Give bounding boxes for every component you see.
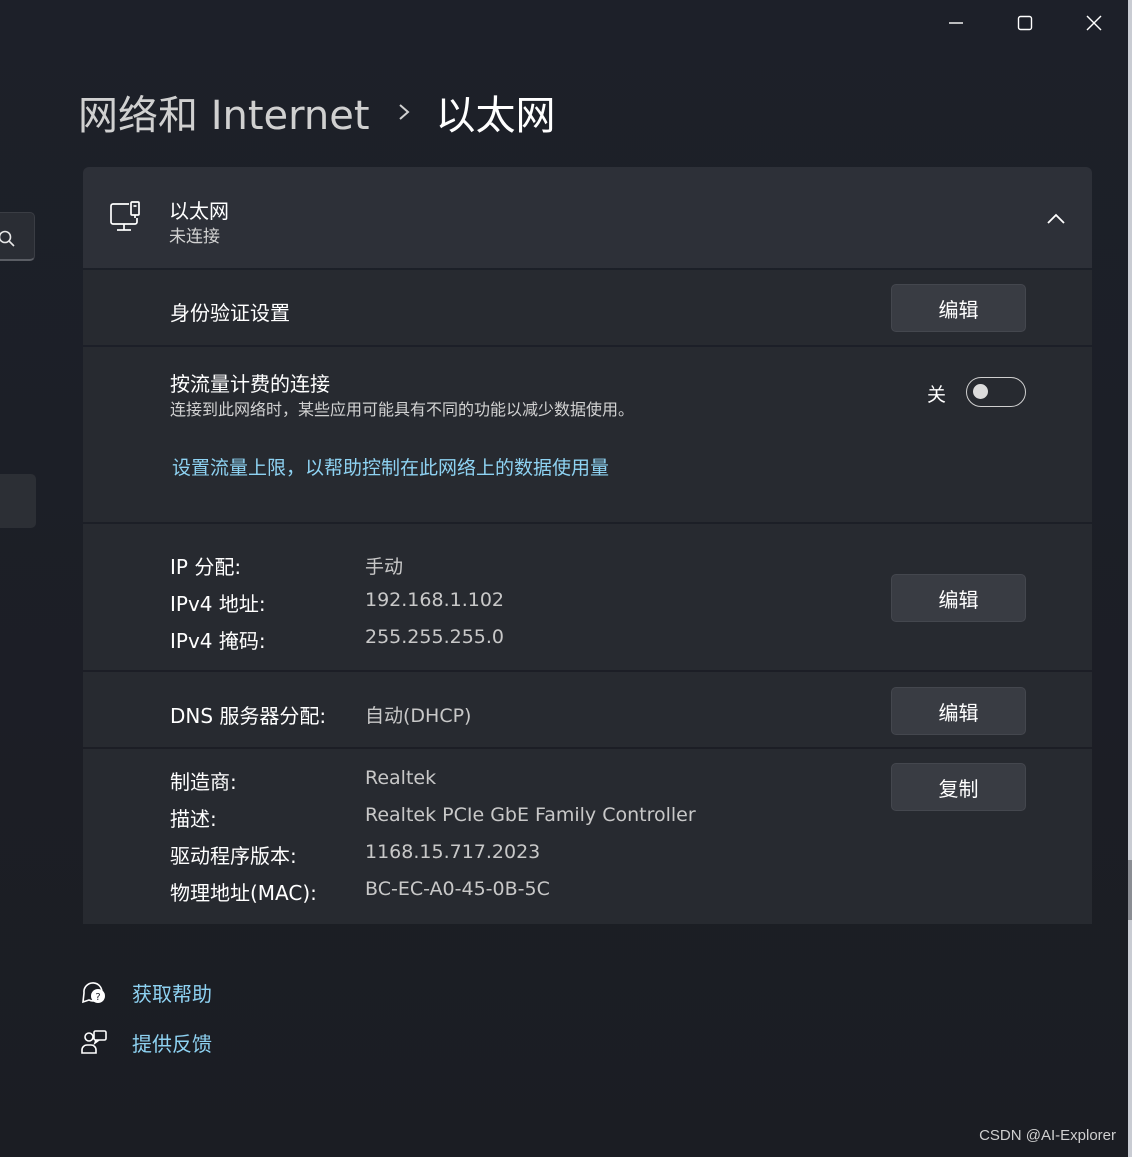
get-help-link[interactable]: 获取帮助 <box>132 978 212 1007</box>
get-help-row[interactable]: ? 获取帮助 <box>80 974 212 1010</box>
dns-row: DNS 服务器分配: 自动(DHCP) 编辑 <box>83 672 1092 747</box>
adapter-status: 未连接 <box>169 227 220 247</box>
driver-version-label: 驱动程序版本: <box>170 844 297 868</box>
minimize-button[interactable] <box>922 0 990 46</box>
ip-settings-row: IP 分配: 手动 IPv4 地址: 192.168.1.102 IPv4 掩码… <box>83 524 1092 670</box>
feedback-link[interactable]: 提供反馈 <box>132 1028 212 1057</box>
driver-version-value: 1168.15.717.2023 <box>365 841 541 863</box>
settings-window: 网络和 Internet 以太网 以太网 未连接 身份验证设置 编辑 按流量计费… <box>0 0 1132 1157</box>
ipv4-mask-value: 255.255.255.0 <box>365 626 505 648</box>
adapter-name: 以太网 <box>169 199 229 223</box>
search-icon <box>0 230 15 247</box>
close-button[interactable] <box>1060 0 1128 46</box>
ip-assignment-value: 手动 <box>365 556 404 578</box>
close-icon <box>1086 15 1102 31</box>
maximize-button[interactable] <box>991 0 1059 46</box>
breadcrumb-parent[interactable]: 网络和 Internet <box>78 83 370 141</box>
breadcrumb: 网络和 Internet 以太网 <box>78 82 556 142</box>
dns-label: DNS 服务器分配: <box>170 704 327 728</box>
auth-edit-button[interactable]: 编辑 <box>891 284 1026 332</box>
metered-description: 连接到此网络时，某些应用可能具有不同的功能以减少数据使用。 <box>170 400 635 419</box>
description-value: Realtek PCIe GbE Family Controller <box>365 804 696 826</box>
ipv4-mask-label: IPv4 掩码: <box>170 629 266 653</box>
watermark: CSDN @AI-Explorer <box>979 1127 1116 1144</box>
page-title: 以太网 <box>435 93 556 139</box>
ipv4-address-value: 192.168.1.102 <box>365 589 505 611</box>
copy-button[interactable]: 复制 <box>891 763 1026 811</box>
mac-address-value: BC-EC-A0-45-0B-5C <box>365 878 550 900</box>
chevron-right-icon <box>398 102 410 122</box>
manufacturer-label: 制造商: <box>170 770 237 794</box>
metered-toggle[interactable] <box>966 377 1026 407</box>
svg-text:?: ? <box>95 992 100 1003</box>
properties-row: 制造商: Realtek 描述: Realtek PCIe GbE Family… <box>83 749 1092 924</box>
feedback-row[interactable]: 提供反馈 <box>80 1024 212 1060</box>
auth-settings-label: 身份验证设置 <box>170 301 290 325</box>
description-label: 描述: <box>170 807 217 831</box>
adapter-header[interactable]: 以太网 未连接 <box>83 167 1092 268</box>
maximize-icon <box>1017 15 1033 31</box>
dns-edit-button[interactable]: 编辑 <box>891 687 1026 735</box>
minimize-icon <box>949 22 963 24</box>
feedback-person-icon <box>81 1030 107 1054</box>
manufacturer-value: Realtek <box>365 767 437 789</box>
metered-toggle-state: 关 <box>927 384 947 406</box>
chevron-up-icon[interactable] <box>1046 210 1066 229</box>
dns-value: 自动(DHCP) <box>365 705 472 727</box>
mac-address-label: 物理地址(MAC): <box>170 881 317 905</box>
background-window-edge <box>1128 0 1132 1157</box>
ipv4-address-label: IPv4 地址: <box>170 592 266 616</box>
nav-item-clipped[interactable] <box>0 474 36 528</box>
ip-edit-button[interactable]: 编辑 <box>891 574 1026 622</box>
ip-assignment-label: IP 分配: <box>170 555 242 579</box>
data-limit-link[interactable]: 设置流量上限，以帮助控制在此网络上的数据使用量 <box>172 453 609 480</box>
auth-settings-row: 身份验证设置 编辑 <box>83 270 1092 345</box>
metered-connection-row: 按流量计费的连接 连接到此网络时，某些应用可能具有不同的功能以减少数据使用。 关… <box>83 347 1092 522</box>
toggle-knob <box>973 384 988 399</box>
search-box-clipped[interactable] <box>0 212 35 261</box>
help-chat-icon: ? <box>82 982 105 1004</box>
ethernet-monitor-icon <box>109 200 143 238</box>
metered-label: 按流量计费的连接 <box>170 372 330 396</box>
